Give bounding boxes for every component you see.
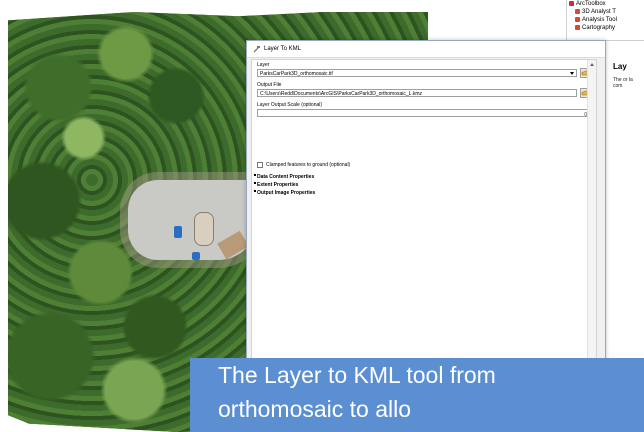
toolbox-icon — [575, 8, 580, 14]
output-file-input[interactable]: C:\Users\Redd\Documents\ArcGIS\ParksCarP… — [257, 89, 577, 97]
output-file-label: Output File — [257, 82, 282, 88]
parameters-panel: Layer ParksCarPark3D_orthomosaic.tif Out… — [251, 59, 597, 371]
toolbox-icon — [569, 0, 574, 6]
chevron-down-icon — [570, 72, 574, 75]
toolbox-icon — [575, 16, 580, 22]
scrollbar[interactable] — [587, 60, 596, 368]
building — [194, 212, 214, 246]
car — [192, 252, 200, 260]
section-extent[interactable]: Extent Properties — [254, 182, 298, 188]
hammer-icon — [253, 44, 261, 53]
layer-select[interactable]: ParksCarPark3D_orthomosaic.tif — [257, 69, 577, 77]
scale-input[interactable]: 0 — [257, 109, 590, 118]
toolbox-item-cartography[interactable]: Cartography — [567, 24, 644, 32]
toolbox-root[interactable]: ArcToolbox — [567, 0, 644, 8]
section-data-content[interactable]: Data Content Properties — [254, 174, 314, 180]
help-panel: Lay The or la com — [604, 54, 644, 384]
section-output-image[interactable]: Output Image Properties — [254, 190, 315, 196]
toolbox-item-analysis[interactable]: Analysis Tool — [567, 16, 644, 24]
dialog-title: Layer To KML — [264, 46, 301, 52]
clamp-checkbox[interactable] — [257, 162, 263, 168]
caption-line-2: orthomosaic to allo — [218, 396, 412, 422]
dialog-titlebar[interactable]: Layer To KML — [247, 41, 605, 58]
layer-to-kml-dialog: Layer To KML Layer ParksCarPark3D_orthom… — [246, 40, 606, 374]
caption-line-1: The Layer to KML tool from — [218, 362, 496, 388]
arctoolbox-panel: ArcToolbox 3D Analyst T Analysis Tool Ca… — [566, 0, 644, 41]
scroll-up-icon[interactable] — [590, 63, 594, 66]
toolbox-icon — [575, 24, 580, 30]
toolbox-item-3d-analyst[interactable]: 3D Analyst T — [567, 8, 644, 16]
scale-label: Layer Output Scale (optional) — [257, 102, 323, 108]
clamp-label: Clamped features to ground (optional) — [266, 162, 351, 168]
layer-label: Layer — [257, 62, 270, 68]
help-text: The or la com — [613, 77, 633, 89]
caption-bar: The Layer to KML tool from orthomosaic t… — [190, 358, 644, 432]
car — [174, 226, 182, 238]
help-title: Lay — [613, 62, 627, 71]
